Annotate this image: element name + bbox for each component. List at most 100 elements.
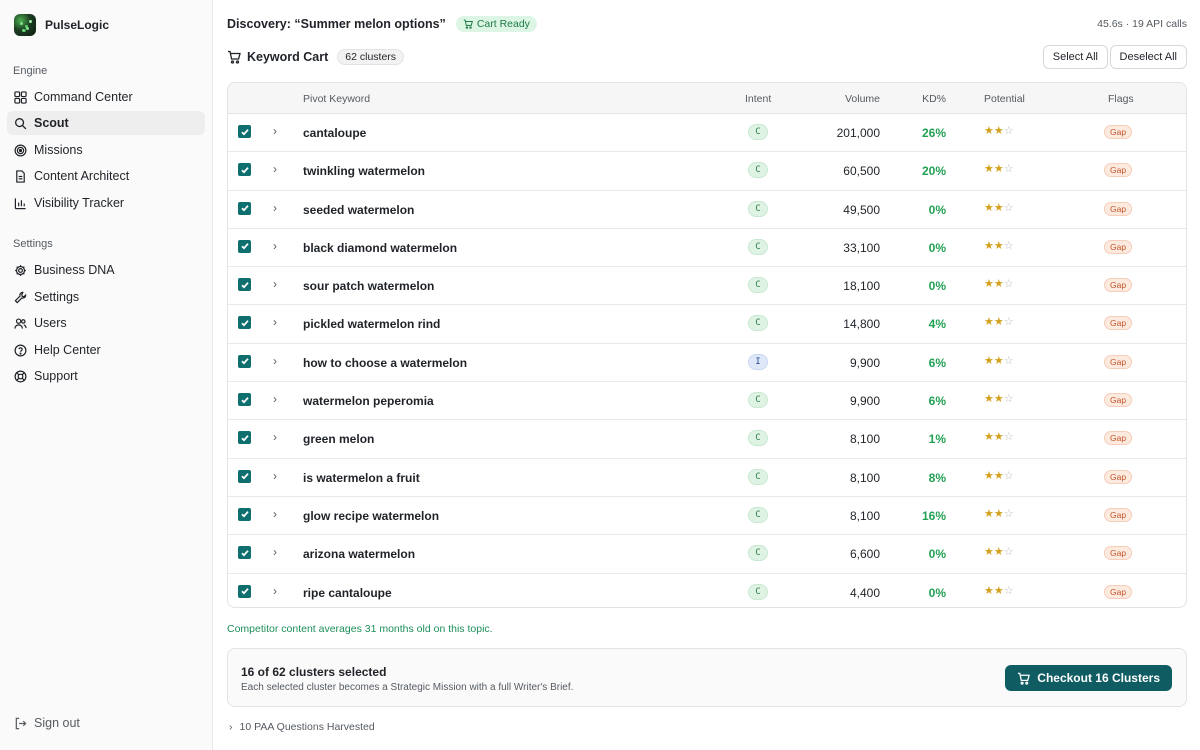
app-name: PulseLogic bbox=[45, 18, 110, 32]
keyword-cart-heading: Keyword Cart 62 clusters bbox=[227, 49, 405, 65]
log-out-icon bbox=[15, 717, 27, 729]
sign-out-button[interactable]: Sign out bbox=[7, 711, 205, 735]
row-checkbox[interactable] bbox=[238, 163, 251, 177]
star-empty-icon: ☆ bbox=[1003, 354, 1014, 367]
sidebar-item-scout[interactable]: Scout bbox=[7, 111, 205, 135]
table-row[interactable]: › pickled watermelon rind C 14,800 4% ★★… bbox=[228, 305, 1186, 344]
expand-row-chevron-icon[interactable]: › bbox=[273, 315, 277, 329]
table-row[interactable]: › black diamond watermelon C 33,100 0% ★… bbox=[228, 229, 1186, 268]
intent-badge: C bbox=[748, 238, 768, 255]
sidebar-item-visibility-tracker[interactable]: Visibility Tracker bbox=[7, 191, 205, 215]
kd-cell: 4% bbox=[928, 317, 946, 332]
sidebar-item-content-architect[interactable]: Content Architect bbox=[7, 164, 205, 188]
sidebar-item-label: Scout bbox=[34, 116, 69, 130]
sidebar-item-label: Business DNA bbox=[34, 263, 115, 277]
cart-icon bbox=[1018, 672, 1031, 685]
potential-rating: ★★☆ bbox=[984, 469, 1014, 482]
checkmark-icon bbox=[240, 320, 249, 327]
checkout-button[interactable]: Checkout 16 Clusters bbox=[1005, 665, 1172, 691]
deselect-all-button[interactable]: Deselect All bbox=[1109, 45, 1187, 69]
table-row[interactable]: › how to choose a watermelon I 9,900 6% … bbox=[228, 344, 1186, 383]
expand-row-chevron-icon[interactable]: › bbox=[273, 469, 277, 483]
star-filled-icon: ★ bbox=[984, 163, 994, 176]
kd-cell: 0% bbox=[928, 585, 946, 600]
row-checkbox[interactable] bbox=[238, 393, 251, 407]
sidebar-item-help-center[interactable]: Help Center bbox=[7, 338, 205, 362]
table-row[interactable]: › glow recipe watermelon C 8,100 16% ★★☆… bbox=[228, 497, 1186, 536]
expand-row-chevron-icon[interactable]: › bbox=[273, 507, 277, 521]
column-header-volume[interactable]: Volume bbox=[845, 93, 880, 105]
expand-row-chevron-icon[interactable]: › bbox=[273, 239, 277, 253]
expand-row-chevron-icon[interactable]: › bbox=[273, 201, 277, 215]
flag-badge: Gap bbox=[1104, 354, 1133, 369]
expand-row-chevron-icon[interactable]: › bbox=[273, 545, 277, 559]
select-all-button[interactable]: Select All bbox=[1042, 45, 1108, 69]
star-filled-icon: ★ bbox=[984, 201, 994, 214]
brand[interactable]: PulseLogic bbox=[14, 14, 109, 36]
expand-row-chevron-icon[interactable]: › bbox=[273, 277, 277, 291]
row-checkbox[interactable] bbox=[238, 278, 251, 292]
section-label-engine: Engine bbox=[13, 65, 48, 77]
table-row[interactable]: › green melon C 8,100 1% ★★☆ Gap bbox=[228, 420, 1186, 459]
row-checkbox[interactable] bbox=[238, 431, 251, 445]
checkmark-icon bbox=[240, 396, 249, 404]
checkmark-icon bbox=[240, 243, 249, 250]
star-filled-icon: ★ bbox=[984, 393, 994, 406]
table-row[interactable]: › watermelon peperomia C 9,900 6% ★★☆ Ga… bbox=[228, 382, 1186, 421]
row-checkbox[interactable] bbox=[238, 507, 251, 521]
sidebar-item-business-dna[interactable]: Business DNA bbox=[7, 258, 205, 282]
star-empty-icon: ☆ bbox=[1003, 431, 1014, 444]
row-checkbox[interactable] bbox=[238, 584, 251, 598]
potential-rating: ★★☆ bbox=[984, 392, 1014, 405]
table-row[interactable]: › arizona watermelon C 6,600 0% ★★☆ Gap bbox=[228, 535, 1186, 574]
row-checkbox[interactable] bbox=[238, 354, 251, 368]
row-checkbox[interactable] bbox=[238, 201, 251, 215]
row-checkbox[interactable] bbox=[238, 239, 251, 253]
expand-row-chevron-icon[interactable]: › bbox=[273, 124, 277, 138]
star-filled-icon: ★ bbox=[993, 507, 1004, 520]
flag-badge: Gap bbox=[1104, 393, 1133, 408]
potential-rating: ★★☆ bbox=[984, 277, 1014, 290]
cluster-count-badge: 62 clusters bbox=[337, 49, 405, 65]
sidebar-item-label: Help Center bbox=[34, 343, 101, 357]
keyword-cell: green melon bbox=[303, 432, 375, 447]
discovery-header: Discovery: “Summer melon options” Cart R… bbox=[227, 16, 537, 32]
column-header-potential[interactable]: Potential bbox=[984, 93, 1025, 105]
row-checkbox[interactable] bbox=[238, 546, 251, 560]
star-empty-icon: ☆ bbox=[1003, 125, 1014, 137]
sidebar-item-missions[interactable]: Missions bbox=[7, 138, 205, 162]
row-checkbox[interactable] bbox=[238, 316, 251, 330]
sidebar-item-users[interactable]: Users bbox=[7, 311, 205, 335]
kd-cell: 20% bbox=[921, 164, 946, 179]
row-checkbox[interactable] bbox=[238, 125, 251, 138]
table-row[interactable]: › is watermelon a fruit C 8,100 8% ★★☆ G… bbox=[228, 459, 1186, 497]
paa-toggle[interactable]: › 10 PAA Questions Harvested bbox=[229, 721, 375, 733]
column-header-kd[interactable]: KD% bbox=[922, 93, 946, 105]
expand-row-chevron-icon[interactable]: › bbox=[273, 354, 277, 368]
star-filled-icon: ★ bbox=[993, 393, 1004, 406]
star-filled-icon: ★ bbox=[984, 316, 994, 329]
column-header-keyword[interactable]: Pivot Keyword bbox=[303, 93, 370, 105]
table-row[interactable]: › seeded watermelon C 49,500 0% ★★☆ Gap bbox=[228, 191, 1186, 229]
table-row[interactable]: › sour patch watermelon C 18,100 0% ★★☆ … bbox=[228, 267, 1186, 306]
sidebar-item-command-center[interactable]: Command Center bbox=[7, 85, 205, 109]
row-checkbox[interactable] bbox=[238, 469, 251, 483]
sidebar-item-label: Users bbox=[34, 316, 67, 330]
expand-row-chevron-icon[interactable]: › bbox=[273, 392, 277, 406]
flag-badge: Gap bbox=[1104, 316, 1133, 331]
table-row[interactable]: › cantaloupe C 201,000 26% ★★☆ Gap bbox=[228, 114, 1186, 153]
potential-rating: ★★☆ bbox=[984, 545, 1014, 558]
table-row[interactable]: › ripe cantaloupe C 4,400 0% ★★☆ Gap bbox=[228, 574, 1186, 607]
search-icon bbox=[15, 117, 27, 129]
expand-row-chevron-icon[interactable]: › bbox=[273, 162, 277, 176]
sidebar-item-settings[interactable]: Settings bbox=[7, 285, 205, 309]
column-header-intent[interactable]: Intent bbox=[745, 93, 771, 105]
volume-cell: 201,000 bbox=[836, 126, 880, 140]
sidebar-item-support[interactable]: Support bbox=[7, 364, 205, 388]
expand-row-chevron-icon[interactable]: › bbox=[273, 584, 277, 598]
potential-rating: ★★☆ bbox=[984, 507, 1014, 520]
table-row[interactable]: › twinkling watermelon C 60,500 20% ★★☆ … bbox=[228, 152, 1186, 191]
expand-row-chevron-icon[interactable]: › bbox=[273, 430, 277, 444]
paa-label: 10 PAA Questions Harvested bbox=[239, 721, 375, 733]
column-header-flags[interactable]: Flags bbox=[1108, 93, 1134, 105]
